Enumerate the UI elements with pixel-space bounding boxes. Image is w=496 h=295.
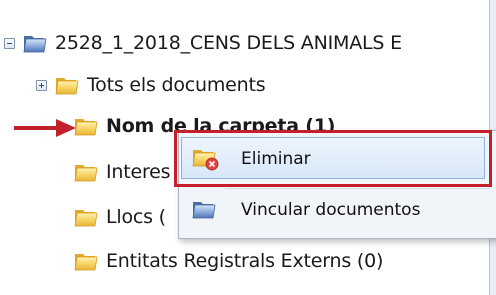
menu-item-label: Eliminar (241, 149, 311, 169)
tree-item-label: Entitats Registrals Externs (0) (106, 250, 384, 272)
tree-item-interes[interactable]: Interes (73, 161, 171, 183)
folder-icon (73, 250, 99, 272)
annotation-arrow-icon (14, 119, 76, 137)
tree-root[interactable]: 2528_1_2018_CENS DELS ANIMALS E (4, 32, 402, 54)
folder-link-icon (192, 201, 216, 219)
expand-toggle-icon[interactable] (36, 79, 47, 91)
folder-icon (73, 161, 99, 183)
folder-delete-icon (192, 149, 219, 171)
tree-root-label: 2528_1_2018_CENS DELS ANIMALS E (55, 32, 402, 54)
menu-item-eliminar[interactable]: Eliminar (181, 139, 485, 179)
tree-item-label: Tots els documents (87, 74, 266, 96)
menu-separator (225, 188, 490, 189)
collapse-toggle-icon[interactable] (4, 37, 15, 49)
tree-item-label: Llocs ( (106, 206, 166, 228)
menu-item-vincular-documentos[interactable]: Vincular documentos (178, 190, 496, 234)
menu-item-label: Vincular documentos (241, 200, 421, 220)
folder-icon (54, 74, 80, 96)
tree-item-label: Interes (106, 161, 171, 183)
tree-item-llocs[interactable]: Llocs ( (73, 206, 166, 228)
tree-item-entitats-registrals[interactable]: Entitats Registrals Externs (0) (73, 250, 383, 272)
folder-open-blue-icon (22, 32, 48, 54)
tree-item-tots-documents[interactable]: Tots els documents (36, 74, 266, 96)
folder-icon (73, 206, 99, 228)
